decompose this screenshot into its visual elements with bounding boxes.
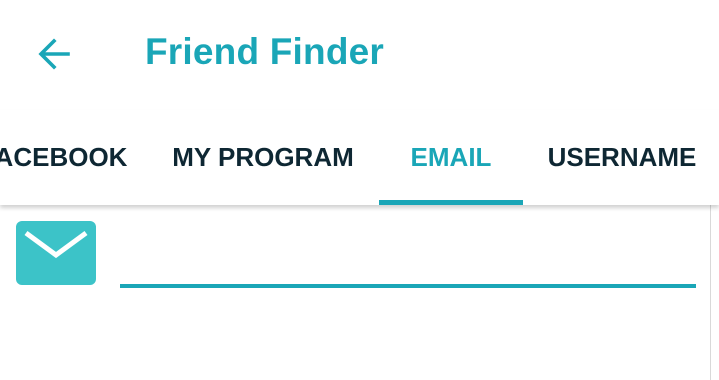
tab-email-label: EMAIL [410, 142, 492, 172]
tab-email[interactable]: EMAIL [379, 110, 523, 205]
friend-finder-screen: Friend Finder ACEBOOK MY PROGRAM EMAIL U… [0, 0, 719, 380]
tab-my-program-label: MY PROGRAM [172, 142, 354, 172]
tab-facebook-label: ACEBOOK [0, 142, 128, 172]
tab-username[interactable]: USERNAME [538, 110, 706, 205]
envelope-icon [16, 221, 96, 285]
tab-username-label: USERNAME [547, 142, 697, 172]
tab-bar: ACEBOOK MY PROGRAM EMAIL USERNAME [0, 110, 719, 205]
arrow-left-icon [38, 38, 70, 70]
active-tab-indicator [379, 200, 523, 205]
email-input[interactable] [120, 230, 696, 288]
tab-facebook[interactable]: ACEBOOK [0, 110, 128, 205]
tab-my-program[interactable]: MY PROGRAM [160, 110, 366, 205]
page-title: Friend Finder [145, 31, 384, 72]
back-button[interactable] [28, 28, 80, 80]
app-header: Friend Finder [0, 0, 719, 110]
